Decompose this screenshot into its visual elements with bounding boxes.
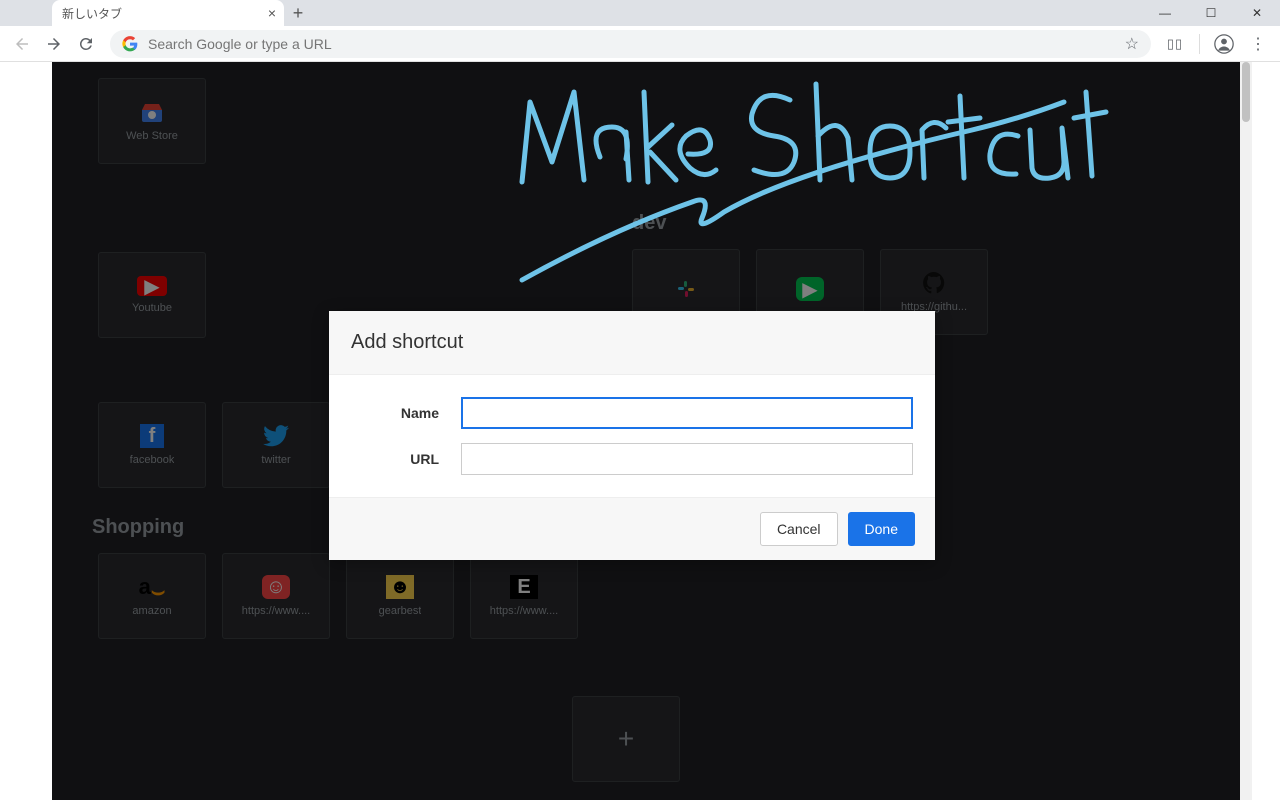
name-input[interactable] (461, 397, 913, 429)
name-label: Name (351, 405, 461, 421)
back-button[interactable] (8, 30, 36, 58)
close-tab-icon[interactable]: × (268, 5, 276, 21)
new-tab-button[interactable]: + (284, 0, 312, 26)
url-input[interactable] (461, 443, 913, 475)
add-shortcut-dialog: Add shortcut Name URL Cancel Done (329, 311, 935, 560)
address-bar[interactable]: ☆ (110, 30, 1151, 58)
close-window-button[interactable]: ✕ (1234, 0, 1280, 26)
reload-button[interactable] (72, 30, 100, 58)
reload-icon (77, 35, 95, 53)
dialog-body: Name URL (329, 375, 935, 497)
bookmark-star-icon[interactable]: ☆ (1125, 34, 1139, 54)
arrow-left-icon (13, 35, 31, 53)
menu-button[interactable]: ⋮ (1244, 30, 1272, 58)
toolbar-divider (1199, 34, 1200, 54)
person-icon (1214, 34, 1234, 54)
done-label: Done (865, 521, 898, 537)
browser-toolbar: ☆ ▯▯ ⋮ (0, 26, 1280, 62)
browser-tabbar: 新しいタブ × + ― ☐ ✕ (0, 0, 1280, 26)
profile-button[interactable] (1210, 30, 1238, 58)
maximize-button[interactable]: ☐ (1188, 0, 1234, 26)
scrollbar-thumb[interactable] (1242, 62, 1250, 122)
window-controls: ― ☐ ✕ (1142, 0, 1280, 26)
dialog-header: Add shortcut (329, 311, 935, 375)
browser-tab[interactable]: 新しいタブ × (52, 0, 284, 26)
google-icon (122, 36, 138, 52)
minimize-button[interactable]: ― (1142, 0, 1188, 26)
cancel-button[interactable]: Cancel (760, 512, 838, 546)
omnibox-input[interactable] (148, 36, 1115, 52)
cancel-label: Cancel (777, 521, 821, 537)
forward-button[interactable] (40, 30, 68, 58)
arrow-right-icon (45, 35, 63, 53)
extensions-button[interactable]: ▯▯ (1161, 30, 1189, 58)
url-label: URL (351, 451, 461, 467)
dialog-footer: Cancel Done (329, 497, 935, 560)
done-button[interactable]: Done (848, 512, 915, 546)
vertical-scrollbar[interactable] (1240, 62, 1252, 800)
dialog-title: Add shortcut (351, 331, 913, 354)
tab-title: 新しいタブ (62, 5, 122, 22)
